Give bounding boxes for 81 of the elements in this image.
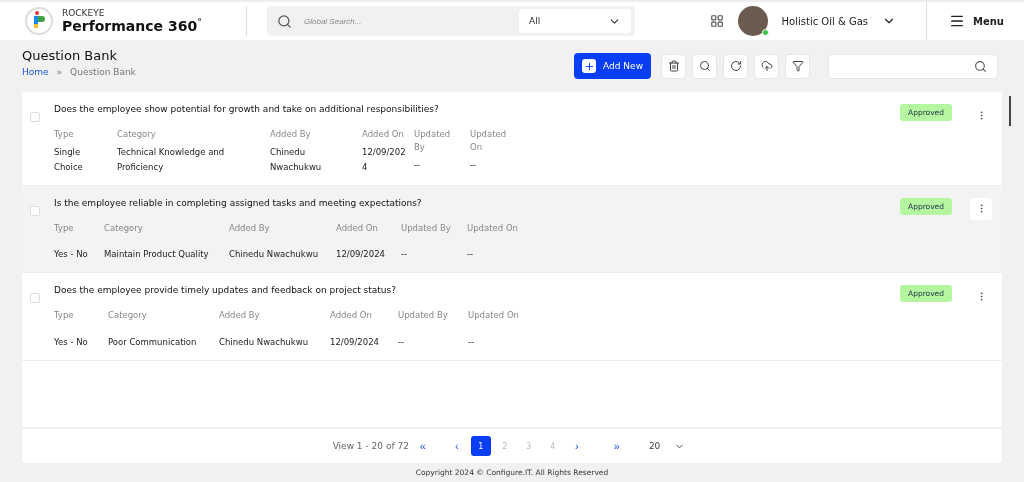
field-value: 12/09/2024 <box>362 145 406 174</box>
add-new-button[interactable]: Add New <box>574 53 651 79</box>
page-size-dropdown[interactable]: 20 <box>642 439 692 453</box>
field-value: -- <box>470 158 478 172</box>
last-page-button[interactable]: » <box>604 440 629 452</box>
field-label: Category <box>108 309 148 322</box>
field-label: Added On <box>330 309 373 322</box>
brand-tagline: ROCKEYE <box>62 9 106 19</box>
field-value: Technical Knowledge and Proficiency <box>117 145 226 174</box>
field-label: Updated On <box>470 128 508 154</box>
search-icon <box>277 13 292 29</box>
search-button[interactable] <box>692 53 717 79</box>
field-value: -- <box>468 335 476 349</box>
previous-page-button[interactable]: ‹ <box>444 440 469 452</box>
question-text: Is the employee reliable in completing assigned tasks and meeting expectations? <box>54 197 423 208</box>
company-selector[interactable]: Holistic Oil & Gas <box>781 14 896 28</box>
field-value: Yes - No <box>54 248 89 262</box>
page-title: Question Bank <box>22 48 118 63</box>
field-value: Chinedu Nwachukwu <box>229 248 319 262</box>
field-value: Yes - No <box>54 335 89 349</box>
field-label: Category <box>117 128 157 141</box>
field-label: Type <box>54 221 75 235</box>
trash-icon <box>667 60 680 72</box>
brand-name: Performance 360$^{°}$ <box>62 18 202 33</box>
field-value: 12/09/2024 <box>336 248 386 262</box>
field-value: 12/09/2024 <box>330 335 380 349</box>
cloud-upload-icon <box>760 60 773 72</box>
breadcrumb-separator: » <box>56 67 63 77</box>
first-page-button[interactable]: « <box>410 440 435 452</box>
scrollbar-thumb <box>1009 96 1011 126</box>
field-label: Updated On <box>468 309 520 322</box>
global-search-field[interactable]: Global Search... All <box>267 6 635 36</box>
delete-button[interactable] <box>661 53 686 79</box>
filter-button[interactable] <box>785 53 810 79</box>
user-avatar[interactable] <box>737 6 768 36</box>
breadcrumb-current: Question Bank <box>70 67 136 77</box>
field-label: Updated By <box>414 128 452 154</box>
field-label: Added By <box>219 309 261 322</box>
question-text: Does the employee provide timely updates and feedback on project status? <box>54 285 397 296</box>
refresh-button[interactable] <box>723 53 748 79</box>
field-value: -- <box>398 335 406 349</box>
field-value: Maintain Product Quality <box>104 248 210 262</box>
field-label: Updated By <box>401 221 452 235</box>
page-button[interactable]: 1 <box>470 436 491 456</box>
field-label: Updated By <box>398 309 449 322</box>
field-value: Poor Communication <box>108 335 198 349</box>
field-label: Added By <box>229 221 271 235</box>
field-label: Type <box>54 309 75 322</box>
menu-icon <box>949 13 965 29</box>
field-label: Added By <box>270 128 312 141</box>
field-label: Category <box>104 221 144 235</box>
field-value: -- <box>467 248 475 262</box>
field-label: Added On <box>336 221 379 235</box>
plus-icon <box>582 59 597 73</box>
app-logo-icon <box>24 6 54 36</box>
row-checkbox[interactable] <box>30 112 40 122</box>
page-summary: View 1 - 20 of 72 <box>332 441 409 451</box>
refresh-icon <box>729 60 742 72</box>
question-text: Does the employee show potential for growth and take on additional responsibilities? <box>54 104 440 114</box>
search-icon <box>974 59 987 73</box>
filter-icon <box>791 60 804 72</box>
row-checkbox[interactable] <box>30 293 40 304</box>
breadcrumb-link[interactable]: Home <box>22 67 49 77</box>
row-checkbox[interactable] <box>30 205 40 216</box>
field-label: Updated On <box>467 221 519 235</box>
field-value: -- <box>414 158 422 172</box>
field-value: -- <box>401 248 409 262</box>
scope-dropdown[interactable]: All <box>519 9 631 33</box>
next-page-button[interactable]: › <box>564 440 589 452</box>
field-value: Chinedu Nwachukwu <box>219 335 309 349</box>
apps-grid-icon[interactable] <box>709 14 724 28</box>
field-value: Chinedu Nwachukwu <box>270 145 323 174</box>
more-options-button[interactable] <box>970 197 992 220</box>
upload-button[interactable] <box>754 53 779 79</box>
list-search-field[interactable] <box>828 53 998 79</box>
field-value: Single Choice <box>54 145 84 174</box>
menu-button[interactable]: Menu <box>926 2 1024 40</box>
field-label: Type <box>54 128 75 141</box>
search-icon <box>698 60 711 72</box>
question-row[interactable] <box>22 92 1002 186</box>
field-label: Added On <box>362 128 405 141</box>
